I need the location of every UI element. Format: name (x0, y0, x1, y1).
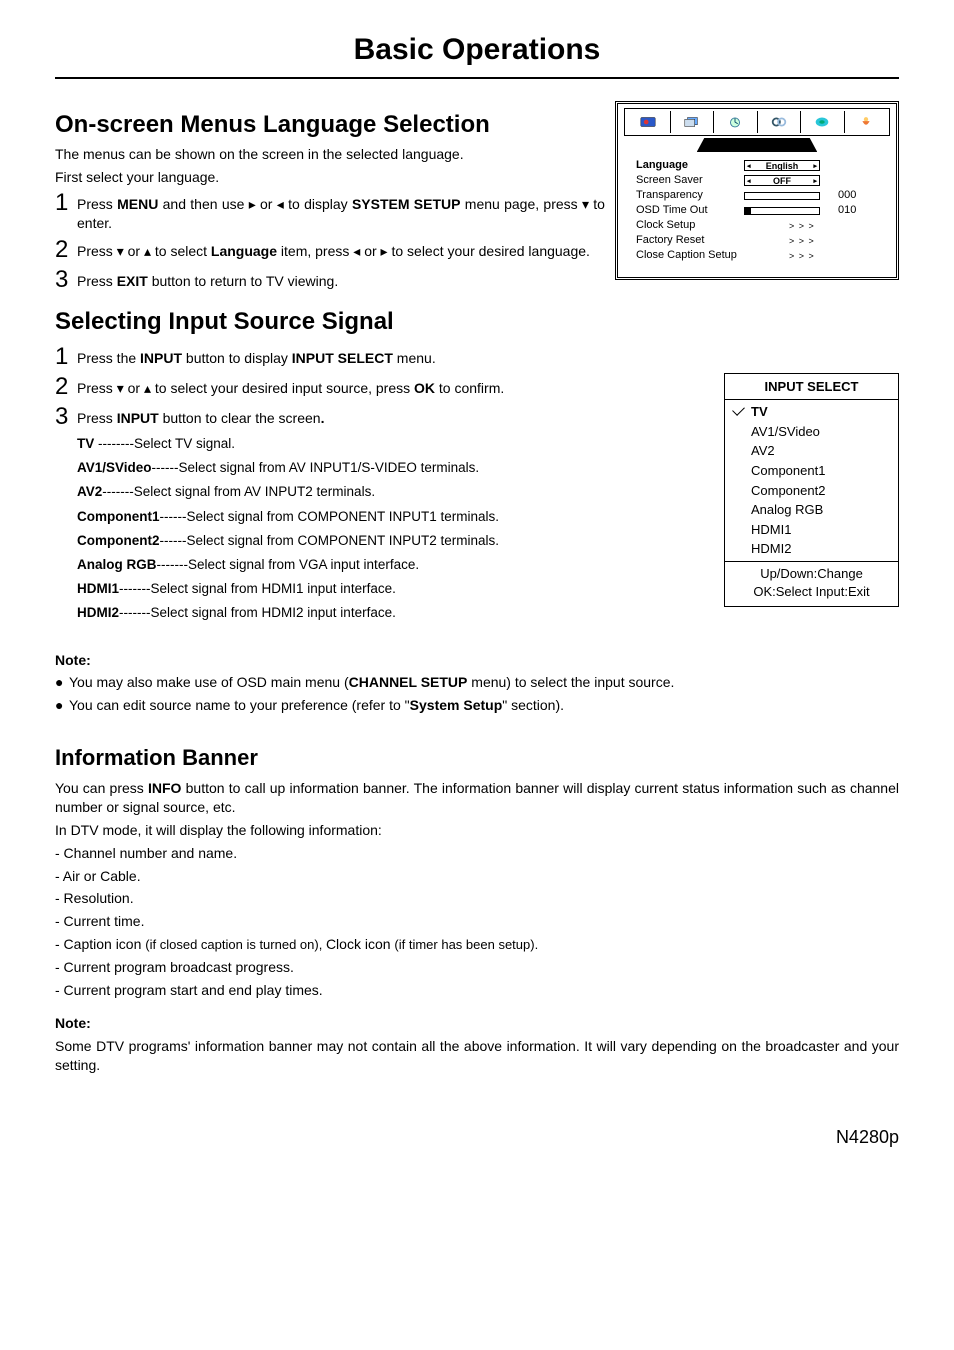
sec3-p1: You can press INFO button to call up inf… (55, 779, 899, 817)
osd-slider (744, 207, 820, 215)
input-select-menu: INPUT SELECT TV AV1/SVideo AV2 Component… (724, 373, 899, 607)
osd-tab-picture-icon (627, 111, 671, 133)
info-item: - Current program broadcast progress. (55, 958, 899, 977)
input-select-item: AV2 (725, 441, 898, 461)
sec2-note-heading: Note: (55, 651, 899, 670)
input-select-item: Component1 (725, 461, 898, 481)
up-arrow-icon: ▴ (144, 380, 151, 396)
down-arrow-icon: ▾ (117, 243, 124, 259)
osd-row-osdtimeout: OSD Time Out 010 (636, 203, 878, 218)
info-item: - Current program start and end play tim… (55, 981, 899, 1000)
sec2-step1: 1 Press the INPUT button to display INPU… (55, 345, 694, 369)
sec2-step2: 2 Press ▾ or ▴ to select your desired in… (55, 375, 694, 399)
osd-system-setup: SYSTEM SETUP Language ◂ English ▸ Screen… (615, 101, 899, 281)
left-tri-icon: ◂ (747, 177, 751, 186)
osd-row-cc: Close Caption Setup > > > (636, 248, 878, 263)
input-select-item: Component2 (725, 481, 898, 501)
info-item: - Air or Cable. (55, 867, 899, 886)
section1-intro1: The menus can be shown on the screen in … (55, 145, 605, 164)
section2-title: Selecting Input Source Signal (55, 306, 899, 338)
input-select-item: AV1/SVideo (725, 422, 898, 442)
section3-title: Information Banner (55, 743, 899, 773)
section1-intro2: First select your language. (55, 168, 605, 187)
osd-row-transparency: Transparency 000 (636, 188, 878, 203)
section1-title: On-screen Menus Language Selection (55, 109, 605, 141)
footer-model: N4280p (55, 1125, 899, 1149)
osd-row-screensaver: Screen Saver ◂ OFF ▸ (636, 173, 878, 188)
info-item: - Resolution. (55, 889, 899, 908)
sec3-note-heading: Note: (55, 1014, 899, 1033)
up-arrow-icon: ▴ (144, 243, 151, 259)
input-select-item: HDMI2 (725, 539, 898, 559)
sec1-step2: 2 Press ▾ or ▴ to select Language item, … (55, 238, 605, 262)
step-number: 3 (55, 268, 77, 292)
bullet-icon: ● (55, 696, 69, 715)
step-number: 1 (55, 345, 77, 369)
osd-tab-audio-icon (801, 111, 845, 133)
osd-title-band: SYSTEM SETUP (624, 138, 890, 153)
right-arrow-icon: ▸ (249, 196, 256, 212)
down-arrow-icon: ▾ (117, 380, 124, 396)
left-tri-icon: ◂ (747, 162, 751, 171)
osd-row-language: Language ◂ English ▸ (636, 158, 878, 173)
osd-row-factory: Factory Reset > > > (636, 233, 878, 248)
input-select-item-tv: TV (725, 402, 898, 422)
info-item: - Channel number and name. (55, 844, 899, 863)
step-number: 2 (55, 375, 77, 399)
chevron-icon: > > > (789, 250, 815, 262)
info-item: - Caption icon (if closed caption is tur… (55, 935, 899, 954)
sec2-note1: ● You may also make use of OSD main menu… (55, 673, 899, 692)
osd-row-clock: Clock Setup > > > (636, 218, 878, 233)
step-number: 1 (55, 191, 77, 215)
step-number: 2 (55, 238, 77, 262)
input-select-footer: Up/Down:Change OK:Select Input:Exit (725, 561, 898, 606)
step-number: 3 (55, 405, 77, 429)
osd-tab-system-icon (758, 111, 802, 133)
chevron-icon: > > > (789, 220, 815, 232)
sec2-step3: 3 Press INPUT button to clear the screen… (55, 405, 694, 429)
down-arrow-icon: ▾ (582, 196, 589, 212)
osd-slider (744, 192, 820, 200)
osd-tab-lock-icon (845, 111, 888, 133)
input-select-header: INPUT SELECT (725, 374, 898, 401)
info-item: - Current time. (55, 912, 899, 931)
sec2-note2: ● You can edit source name to your prefe… (55, 696, 899, 715)
right-tri-icon: ▸ (813, 177, 817, 186)
osd-tab-display-icon (671, 111, 715, 133)
page-title: Basic Operations (55, 30, 899, 79)
osd-tabs (624, 108, 890, 136)
sec1-step1: 1 Press MENU and then use ▸ or ◂ to disp… (55, 191, 605, 233)
chevron-icon: > > > (789, 235, 815, 247)
sec3-p2: In DTV mode, it will display the followi… (55, 821, 899, 840)
left-arrow-icon: ◂ (277, 196, 284, 212)
input-select-item: HDMI1 (725, 520, 898, 540)
input-select-item: Analog RGB (725, 500, 898, 520)
right-tri-icon: ▸ (813, 162, 817, 171)
osd-tab-channel-icon (714, 111, 758, 133)
sec1-step3: 3 Press EXIT button to return to TV view… (55, 268, 605, 292)
source-list: TV --------Select TV signal. AV1/SVideo-… (77, 435, 694, 623)
right-arrow-icon: ▸ (381, 243, 388, 259)
osd-value-box: ◂ English ▸ (744, 160, 820, 171)
sec3-note-body: Some DTV programs' information banner ma… (55, 1037, 899, 1075)
bullet-icon: ● (55, 673, 69, 692)
osd-value-box: ◂ OFF ▸ (744, 175, 820, 186)
